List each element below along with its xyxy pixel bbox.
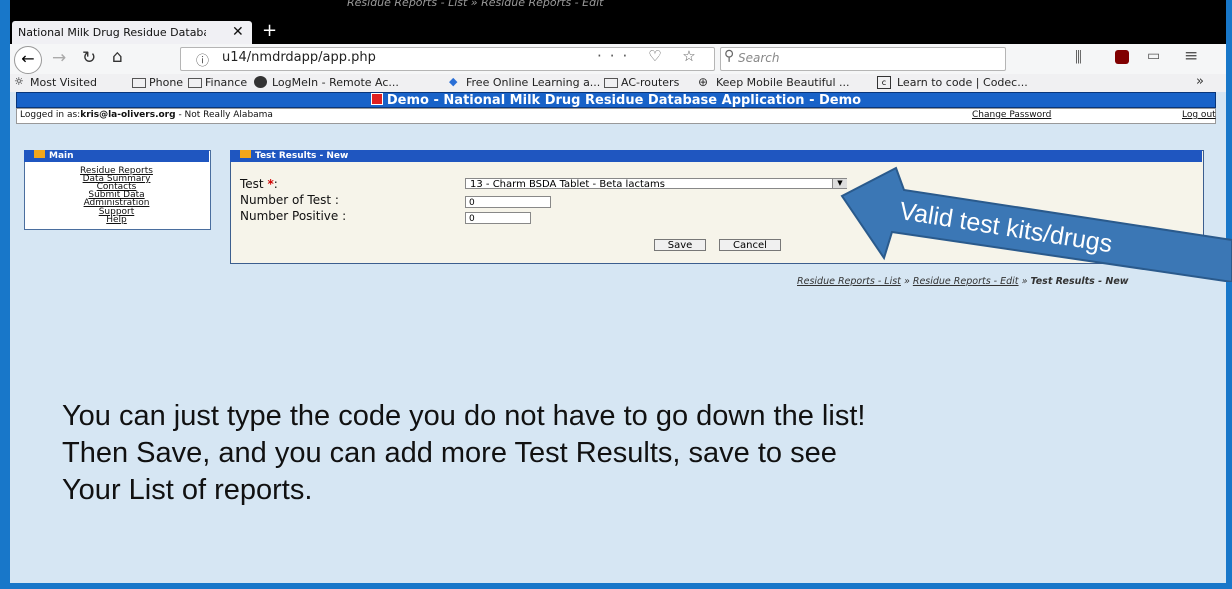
back-arrow-icon[interactable]: ← [14, 46, 42, 74]
info-icon[interactable]: ⓘ [196, 50, 209, 69]
test-results-title: Test Results - New [255, 151, 349, 161]
close-icon[interactable]: ✕ [232, 24, 244, 40]
slide-frame-right [1226, 0, 1232, 589]
slide-frame-bottom [0, 583, 1232, 589]
globe-icon: ⊕ [698, 75, 709, 89]
codecademy-icon: c [877, 76, 891, 89]
save-button[interactable]: Save [654, 239, 706, 251]
folder-icon [34, 150, 45, 158]
flag-icon [370, 93, 383, 105]
new-tab-icon[interactable]: + [262, 20, 277, 41]
logged-in-org: - Not Really Alabama [175, 110, 273, 120]
tab-title[interactable]: National Milk Drug Residue Databa [18, 26, 206, 39]
bookmark-free-online-learning[interactable]: Free Online Learning a... [466, 76, 600, 89]
bookmark-ac-routers[interactable]: AC-routers [621, 76, 679, 89]
log-out-link[interactable]: Log out [1182, 110, 1216, 120]
folder-icon [132, 78, 146, 88]
logged-in-info: Logged in as:kris@la-olivers.org - Not R… [20, 110, 273, 120]
search-placeholder: Search [738, 51, 780, 65]
bookmark-phone[interactable]: Phone [149, 76, 183, 89]
number-positive-label: Number Positive : [240, 209, 347, 223]
forward-arrow-icon[interactable]: → [52, 48, 66, 68]
overflow-chevron-icon[interactable]: » [1196, 74, 1204, 89]
instructions-line-3: Your List of reports. [62, 474, 313, 506]
url-text[interactable]: u14/nmdrdapp/app.php [222, 50, 376, 65]
folder-icon [188, 78, 202, 88]
star-icon: ☼ [14, 75, 24, 88]
logged-in-user: kris@la-olivers.org [80, 110, 176, 120]
test-label: Test *: [240, 177, 278, 191]
search-icon: ⚲ [724, 48, 735, 64]
page-actions-icons[interactable]: ··· ♡ ☆ [597, 47, 704, 65]
logged-in-label: Logged in as: [20, 110, 81, 120]
number-of-test-input[interactable]: 0 [465, 196, 551, 208]
reload-icon[interactable]: ↻ [82, 48, 96, 68]
number-positive-input[interactable]: 0 [465, 212, 531, 224]
sidebar-icon[interactable]: ▭ [1147, 48, 1160, 64]
bookmark-finance[interactable]: Finance [205, 76, 247, 89]
instructions-line-1: You can just type the code you do not ha… [62, 400, 866, 432]
number-of-test-label: Number of Test : [240, 193, 339, 207]
menu-view[interactable]: View [68, 0, 106, 19]
slide-frame-left [0, 0, 10, 589]
app-banner: Demo - National Milk Drug Residue Databa… [16, 92, 1216, 108]
library-icon[interactable]: ⫼ [1075, 48, 1082, 66]
menu-link-help[interactable]: Help [24, 216, 209, 225]
test-label-text: Test [240, 177, 264, 191]
menu-tools[interactable]: Tools [236, 0, 275, 19]
menu-history[interactable]: History [105, 0, 162, 19]
instructions-text: You can just type the code you do not ha… [62, 398, 1172, 509]
folder-icon [240, 150, 251, 158]
bookmark-most-visited[interactable]: Most Visited [30, 76, 97, 89]
main-menu-title: Main [49, 151, 74, 161]
bookmark-logmein[interactable]: LogMeIn - Remote Ac... [272, 76, 399, 89]
app-title: Demo - National Milk Drug Residue Databa… [386, 93, 862, 108]
main-menu-header: Main [24, 150, 209, 162]
menu-edit[interactable]: Edit [39, 0, 70, 19]
menu-help[interactable]: Help [278, 0, 314, 19]
test-select[interactable]: 13 - Charm BSDA Tablet - Beta lactams [465, 178, 847, 190]
cancel-button[interactable]: Cancel [719, 239, 781, 251]
folder-icon [604, 78, 618, 88]
ublock-icon[interactable] [1115, 50, 1129, 64]
hamburger-menu-icon[interactable]: ≡ [1184, 46, 1198, 66]
logmein-icon [254, 76, 267, 88]
required-mark: * [267, 177, 274, 191]
background-window-title: Residue Reports - List » Residue Reports… [347, 0, 604, 9]
instructions-line-2: Then Save, and you can add more Test Res… [62, 437, 837, 469]
test-results-header: Test Results - New [230, 150, 1202, 162]
change-password-link[interactable]: Change Password [972, 110, 1051, 120]
menu-link-administration[interactable]: Administration [24, 199, 209, 208]
menu-file[interactable]: File [14, 0, 41, 19]
bookmark-learn-to-code[interactable]: Learn to code | Codec... [897, 76, 1028, 89]
bookmark-keep-mobile-beautiful[interactable]: Keep Mobile Beautiful ... [716, 76, 850, 89]
free-learning-icon: ◆ [449, 75, 458, 88]
home-icon[interactable]: ⌂ [112, 47, 123, 67]
